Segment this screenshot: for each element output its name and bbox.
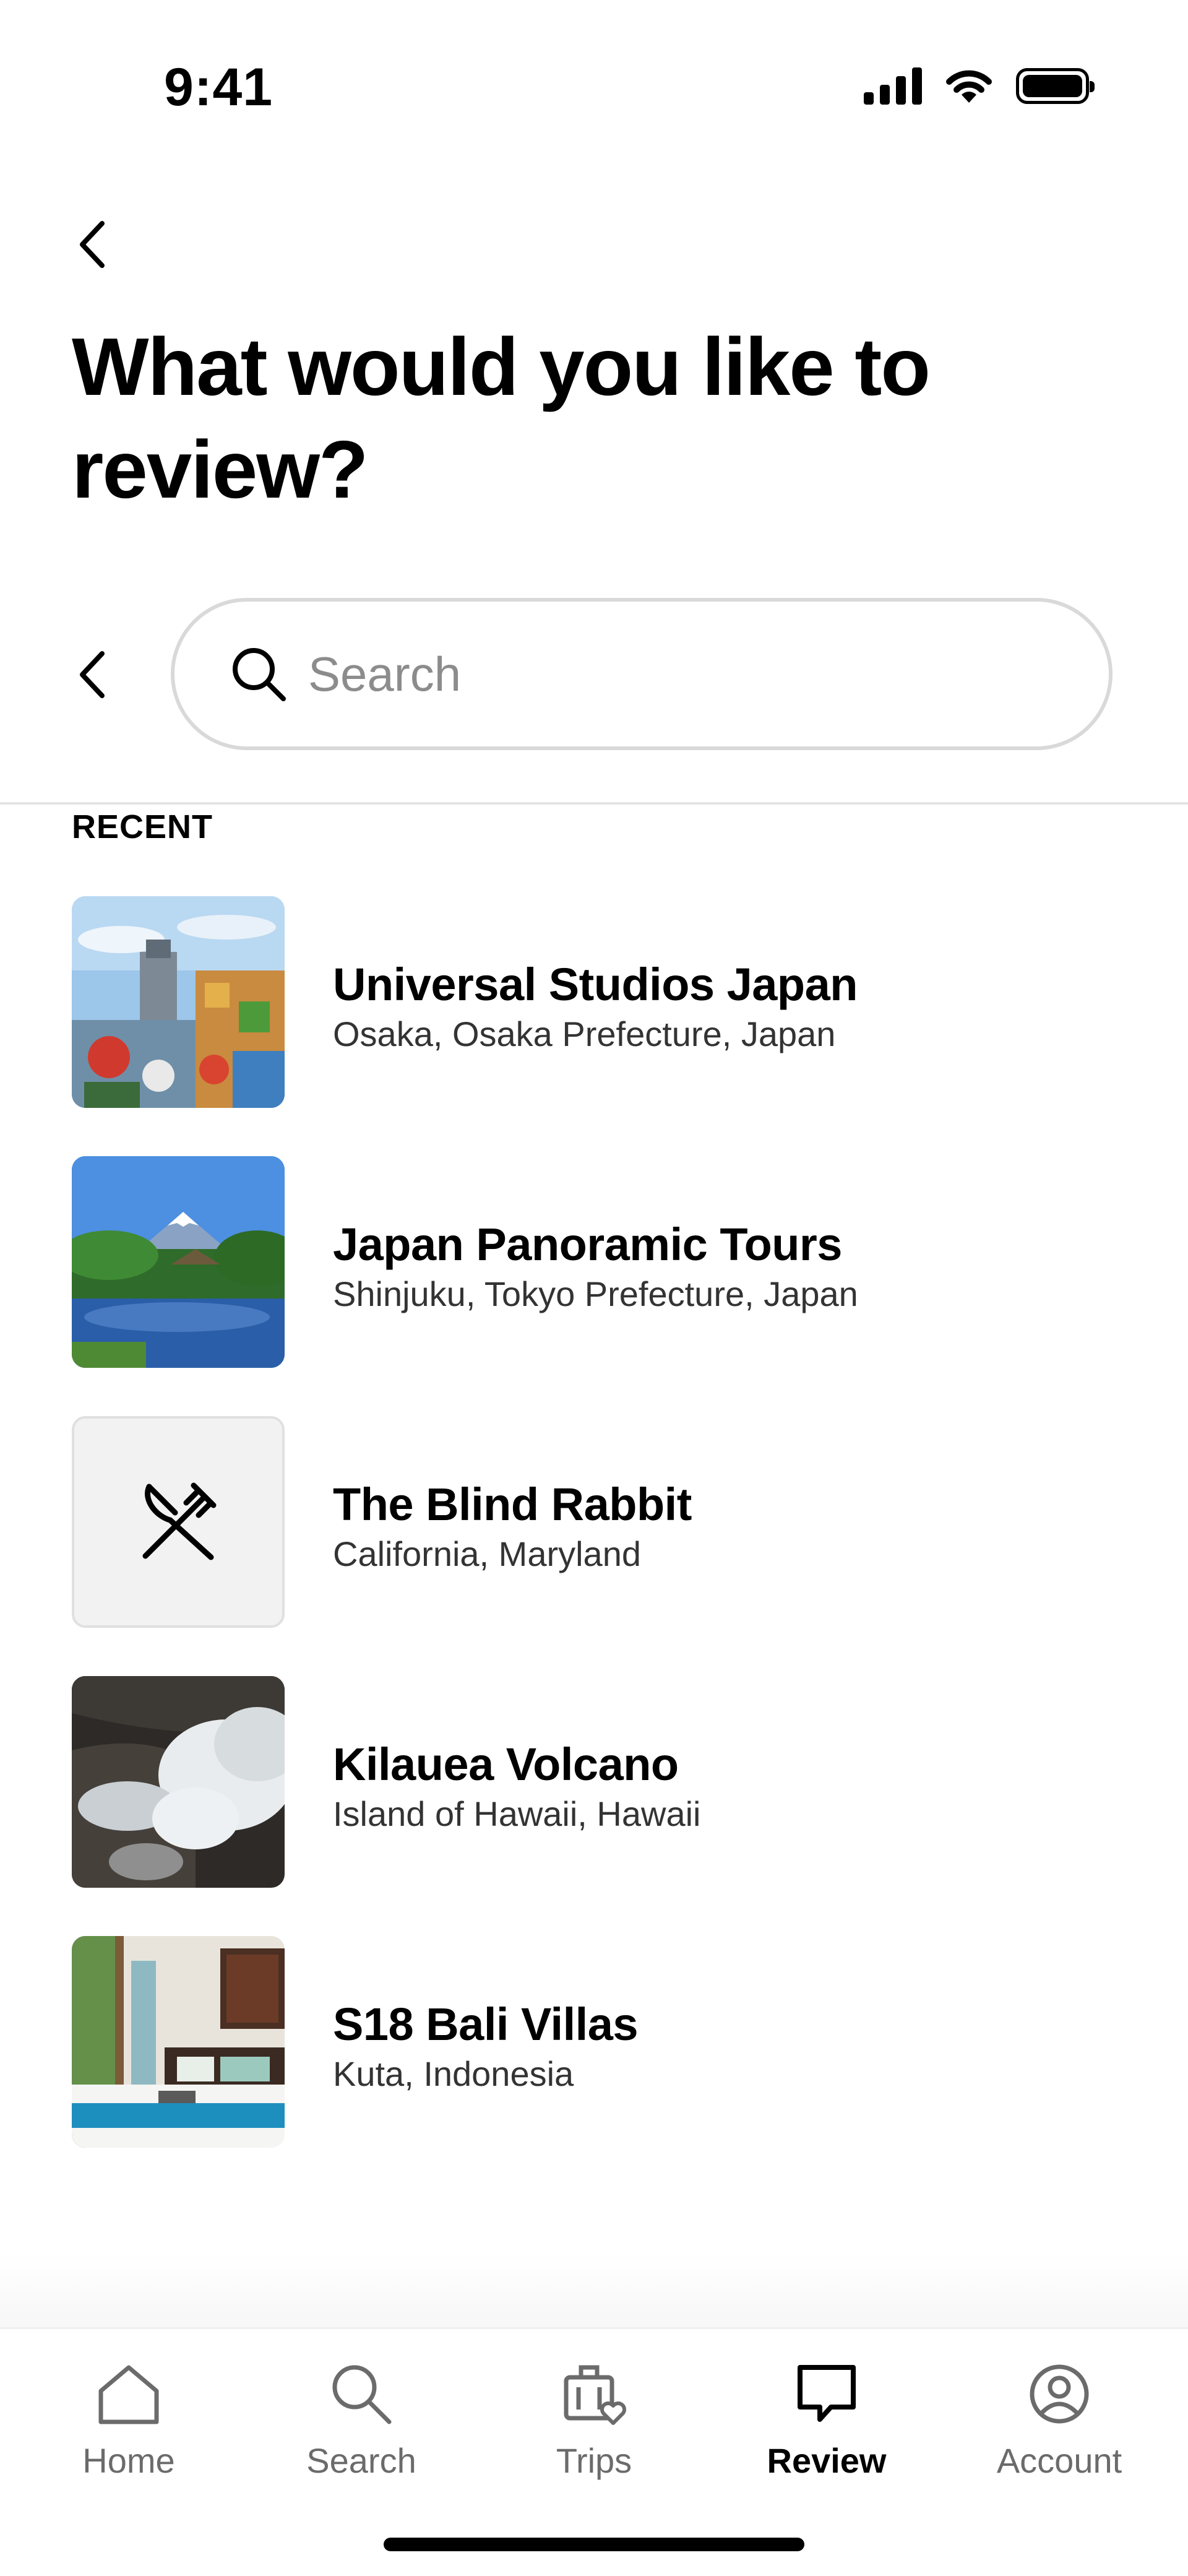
status-bar: 9:41	[0, 0, 1188, 173]
list-item[interactable]: Japan Panoramic Tours Shinjuku, Tokyo Pr…	[72, 1156, 1117, 1368]
nav-item-home[interactable]: Home	[30, 2354, 228, 2490]
list-item-subtitle: Island of Hawaii, Hawaii	[333, 1794, 701, 1833]
volcano-thumbnail	[72, 1676, 285, 1888]
nav-item-search[interactable]: Search	[262, 2354, 460, 2490]
list-item-text: Kilauea Volcano Island of Hawaii, Hawaii	[333, 1737, 1113, 1836]
list-item[interactable]: Universal Studios Japan Osaka, Osaka Pre…	[72, 896, 1117, 1108]
list-item-title: Universal Studios Japan	[333, 959, 858, 1010]
list-item-subtitle: California, Maryland	[333, 1534, 641, 1573]
suitcase-heart-icon	[560, 2354, 628, 2434]
bottom-fade	[0, 2253, 1188, 2327]
speech-bubble-icon	[793, 2354, 861, 2434]
search-back-button[interactable]	[68, 647, 118, 702]
search-icon	[327, 2354, 395, 2434]
nav-label: Review	[767, 2441, 887, 2480]
search-bar[interactable]	[171, 598, 1113, 750]
list-item[interactable]: The Blind Rabbit California, Maryland	[72, 1416, 1117, 1628]
nav-item-account[interactable]: Account	[960, 2354, 1158, 2490]
list-item[interactable]: S18 Bali Villas Kuta, Indonesia	[72, 1936, 1117, 2148]
list-item-title: Japan Panoramic Tours	[333, 1219, 842, 1270]
list-item-text: Universal Studios Japan Osaka, Osaka Pre…	[333, 957, 1113, 1056]
nav-label: Account	[996, 2441, 1122, 2480]
search-input[interactable]	[307, 636, 1052, 712]
list-item-title: Kilauea Volcano	[333, 1739, 679, 1790]
list-item-title: The Blind Rabbit	[333, 1479, 692, 1530]
list-item-subtitle: Osaka, Osaka Prefecture, Japan	[333, 1014, 836, 1053]
mount-fuji-thumbnail	[72, 1156, 285, 1368]
recent-list: Universal Studios Japan Osaka, Osaka Pre…	[72, 896, 1117, 2148]
list-item-text: S18 Bali Villas Kuta, Indonesia	[333, 1997, 1113, 2096]
list-item[interactable]: Kilauea Volcano Island of Hawaii, Hawaii	[72, 1676, 1117, 1888]
user-circle-icon	[1025, 2354, 1093, 2434]
cellular-signal-icon	[864, 67, 922, 105]
status-time: 9:41	[164, 58, 273, 117]
list-item-subtitle: Kuta, Indonesia	[333, 2054, 574, 2093]
nav-item-review[interactable]: Review	[728, 2354, 926, 2490]
back-button[interactable]	[68, 217, 118, 272]
nav-item-trips[interactable]: Trips	[495, 2354, 693, 2490]
chevron-left-icon	[80, 221, 105, 268]
section-label-recent: RECENT	[72, 808, 213, 845]
villa-bedroom-thumbnail	[72, 1936, 285, 2148]
battery-icon	[1016, 68, 1095, 104]
wifi-icon	[943, 67, 995, 105]
restaurant-thumbnail	[72, 1416, 285, 1628]
theme-park-thumbnail	[72, 896, 285, 1108]
page-title: What would you like to review?	[72, 321, 931, 515]
status-icons	[864, 67, 1095, 105]
chevron-left-icon	[80, 651, 105, 698]
list-item-text: The Blind Rabbit California, Maryland	[333, 1477, 1113, 1576]
fork-knife-icon	[142, 1482, 217, 1560]
nav-label: Trips	[556, 2441, 632, 2480]
list-item-subtitle: Shinjuku, Tokyo Prefecture, Japan	[333, 1274, 858, 1313]
divider	[0, 802, 1188, 805]
home-indicator	[384, 2538, 804, 2551]
list-item-text: Japan Panoramic Tours Shinjuku, Tokyo Pr…	[333, 1217, 1113, 1316]
search-icon	[229, 643, 291, 705]
nav-label: Home	[82, 2441, 175, 2480]
list-item-title: S18 Bali Villas	[333, 1999, 639, 2050]
home-icon	[95, 2354, 163, 2434]
nav-label: Search	[306, 2441, 416, 2480]
